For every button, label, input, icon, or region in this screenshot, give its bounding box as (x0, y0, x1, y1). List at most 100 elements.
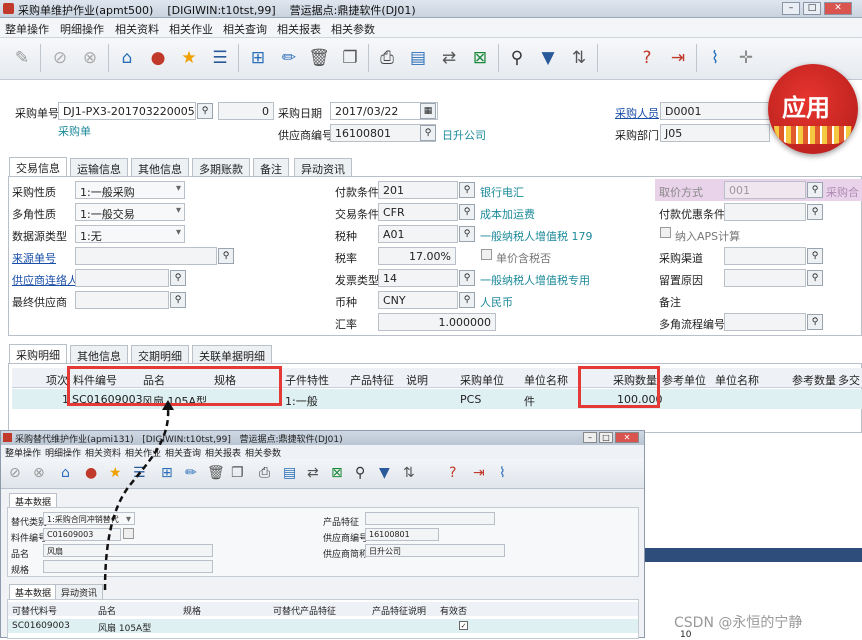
menu-item[interactable]: 明细操作 (45, 446, 81, 459)
confirm-icon[interactable]: ⊘ (9, 465, 21, 481)
lookup-icon[interactable]: ⚲ (459, 182, 475, 198)
tab-other[interactable]: 其他信息 (131, 158, 189, 176)
multi-type-select[interactable]: 1:一般交易 (75, 203, 185, 221)
confirm-icon[interactable]: ⊘ (48, 46, 72, 70)
sub-feature-field[interactable] (365, 512, 495, 525)
col-header[interactable]: 项次 (46, 372, 68, 388)
cancel-icon[interactable]: ⊗ (78, 46, 102, 70)
exit-icon[interactable]: ⇥ (473, 465, 485, 481)
col-header[interactable]: 规格 (183, 604, 201, 617)
menu-item[interactable]: 相关资料 (115, 21, 159, 37)
menu-item[interactable]: 相关作业 (169, 21, 213, 37)
close-icon[interactable]: ✕ (824, 2, 852, 15)
order-no-field[interactable]: DJ1-PX3-201703220005 (58, 102, 196, 120)
location-icon[interactable]: ● (146, 46, 170, 70)
multi-flow-field[interactable] (724, 313, 806, 331)
col-header[interactable]: 有效否 (440, 604, 467, 617)
currency-field[interactable]: CNY (378, 291, 458, 309)
seq-field[interactable]: 0 (218, 102, 274, 120)
lookup-icon[interactable]: ⚲ (807, 248, 823, 264)
tab-installments[interactable]: 多期账款 (192, 158, 250, 176)
hold-reason-field[interactable] (724, 269, 806, 287)
delete-icon[interactable]: 🗑 (207, 465, 225, 481)
invoice-type-field[interactable]: 14 (378, 269, 458, 287)
discount-field[interactable] (724, 203, 806, 221)
col-header[interactable]: 可替代产品特征 (273, 604, 336, 617)
lookup-icon[interactable]: ⚲ (807, 314, 823, 330)
source-no-field[interactable] (75, 247, 217, 265)
sort-icon[interactable]: ⇅ (567, 46, 591, 70)
copy-icon[interactable]: ❐ (231, 465, 244, 481)
edit-icon[interactable]: ✏ (277, 46, 301, 70)
price-method-field[interactable]: 001 (724, 181, 806, 199)
translate-icon[interactable]: ⇄ (307, 465, 319, 481)
col-header[interactable]: 产品特征 (350, 372, 394, 388)
menu-item[interactable]: 相关参数 (245, 446, 281, 459)
star-icon[interactable]: ★ (177, 46, 201, 70)
copy-icon[interactable]: ❐ (338, 46, 362, 70)
calendar-icon[interactable]: ▦ (420, 103, 436, 119)
tax-rate-field[interactable]: 17.00% (378, 247, 456, 265)
close-icon[interactable]: ✕ (615, 432, 639, 443)
print-icon[interactable]: ⎙ (375, 46, 399, 70)
print-icon[interactable]: ⎙ (259, 465, 270, 481)
lookup-icon[interactable]: ⚲ (459, 204, 475, 220)
source-type-select[interactable]: 1:无 (75, 225, 185, 243)
home-icon[interactable]: ⌂ (61, 465, 70, 481)
report-icon[interactable]: ▤ (283, 465, 296, 481)
col-header[interactable]: 参考单位 (662, 372, 706, 388)
lookup-icon[interactable]: ⚲ (807, 204, 823, 220)
channel-field[interactable] (724, 247, 806, 265)
tab-transport[interactable]: 运输信息 (70, 158, 128, 176)
final-supplier-field[interactable] (75, 291, 169, 309)
trade-term-field[interactable]: CFR (378, 203, 458, 221)
lookup-icon[interactable]: ⚲ (218, 248, 234, 264)
maximize-icon[interactable]: □ (803, 2, 821, 15)
tab-detail-other[interactable]: 其他信息 (70, 345, 128, 363)
menu-item[interactable]: 相关报表 (205, 446, 241, 459)
help-icon[interactable]: ? (449, 465, 456, 481)
lookup-icon[interactable]: ⚲ (170, 292, 186, 308)
delete-icon[interactable]: 🗑 (307, 46, 331, 70)
col-header[interactable]: 产品特征说明 (372, 604, 426, 617)
lookup-icon[interactable]: ⚲ (197, 103, 213, 119)
menu-item[interactable]: 整单操作 (5, 21, 49, 37)
search-icon[interactable]: ⚲ (505, 46, 529, 70)
contact-field[interactable] (75, 269, 169, 287)
col-header[interactable]: 可替代料号 (12, 604, 57, 617)
add-icon[interactable]: ⊞ (246, 46, 270, 70)
exchange-rate-field[interactable]: 1.000000 (378, 313, 496, 331)
payment-term-field[interactable]: 201 (378, 181, 458, 199)
lookup-icon[interactable]: ⚲ (459, 270, 475, 286)
help-icon[interactable]: ? (635, 46, 659, 70)
col-header[interactable]: 参考数量 (792, 372, 836, 388)
sign-icon[interactable]: ✎ (10, 46, 34, 70)
minimize-icon[interactable]: – (782, 2, 800, 15)
sub-supplier-field[interactable]: 16100801 (365, 528, 439, 541)
excel-icon[interactable]: ⊠ (331, 465, 343, 481)
lookup-icon[interactable]: ⚲ (459, 226, 475, 242)
lookup-icon[interactable]: ⚲ (459, 292, 475, 308)
lookup-icon[interactable]: ⚲ (420, 125, 436, 141)
buyer-field[interactable]: D0001 (660, 102, 770, 120)
search-icon[interactable]: ⚲ (355, 465, 365, 481)
aps-checkbox[interactable] (660, 227, 671, 238)
menu-item[interactable]: 相关参数 (331, 21, 375, 37)
source-no-label[interactable]: 来源单号 (12, 250, 56, 266)
exit-icon[interactable]: ⇥ (666, 46, 690, 70)
col-header[interactable]: 说明 (406, 372, 428, 388)
sort-icon[interactable]: ⇅ (403, 465, 415, 481)
lookup-icon[interactable]: ⚲ (807, 270, 823, 286)
tab-delivery[interactable]: 交期明细 (131, 345, 189, 363)
tab-related-docs[interactable]: 关联单据明细 (192, 345, 272, 363)
buyer-label[interactable]: 采购人员 (615, 105, 659, 121)
lookup-icon[interactable]: ⚲ (170, 270, 186, 286)
menu-item[interactable]: 相关查询 (223, 21, 267, 37)
dept-field[interactable]: J05 (660, 124, 770, 142)
cancel-icon[interactable]: ⊗ (33, 465, 45, 481)
tab-changes[interactable]: 异动资讯 (294, 158, 352, 176)
filter-icon[interactable]: ▼ (536, 46, 560, 70)
tax-type-field[interactable]: A01 (378, 225, 458, 243)
tax-included-checkbox[interactable] (481, 249, 492, 260)
maximize-icon[interactable]: □ (599, 432, 613, 443)
